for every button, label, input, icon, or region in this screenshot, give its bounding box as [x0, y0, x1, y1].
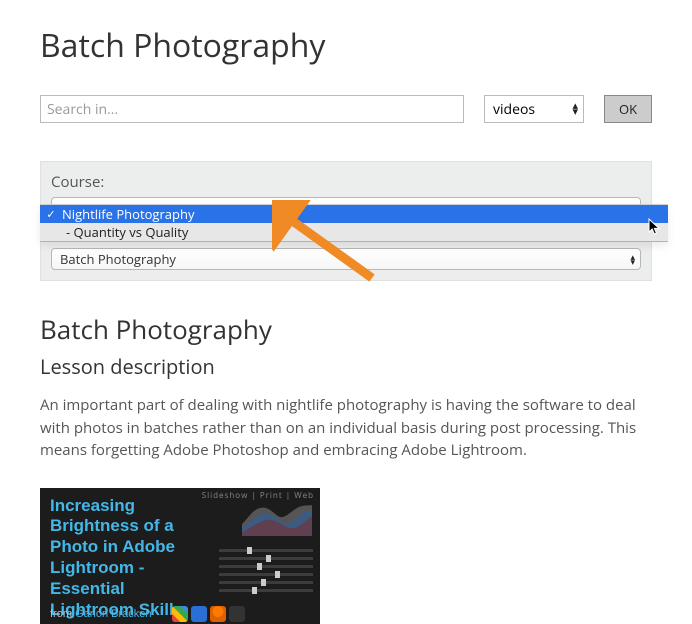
- page-title: Batch Photography: [40, 24, 652, 67]
- thumb-topbar: Slideshow | Print | Web: [202, 490, 314, 501]
- ok-button[interactable]: OK: [604, 95, 652, 123]
- thumb-byline: from Garion Bracken: [50, 608, 152, 620]
- app-icon: [229, 606, 245, 622]
- vlc-icon: [210, 606, 226, 622]
- course-select-menu[interactable]: ✓ Nightlife Photography - Quantity vs Qu…: [40, 204, 668, 242]
- course-label: Course:: [51, 172, 641, 192]
- search-input[interactable]: [40, 95, 464, 123]
- lesson-heading: Batch Photography: [40, 311, 652, 347]
- checkmark-icon: ✓: [44, 207, 58, 222]
- thumb-overlay-title: Increasing Brightness of a Photo in Adob…: [50, 496, 210, 621]
- search-scope-select[interactable]: videos: [484, 95, 584, 123]
- chrome-icon: [172, 606, 188, 622]
- video-thumbnail[interactable]: Slideshow | Print | Web Increasing Brigh…: [40, 488, 320, 624]
- course-option-nightlife[interactable]: ✓ Nightlife Photography: [40, 205, 668, 223]
- lesson-subheading: Lesson description: [40, 353, 652, 380]
- lesson-description: An important part of dealing with nightl…: [40, 394, 652, 462]
- search-row: videos ▴▾ OK: [40, 95, 652, 123]
- histogram-icon: [242, 502, 312, 536]
- mail-icon: [191, 606, 207, 622]
- lesson-select[interactable]: Batch Photography: [51, 248, 641, 270]
- course-option-quantity-vs-quality[interactable]: - Quantity vs Quality: [40, 223, 668, 241]
- dock-icons: [172, 606, 245, 622]
